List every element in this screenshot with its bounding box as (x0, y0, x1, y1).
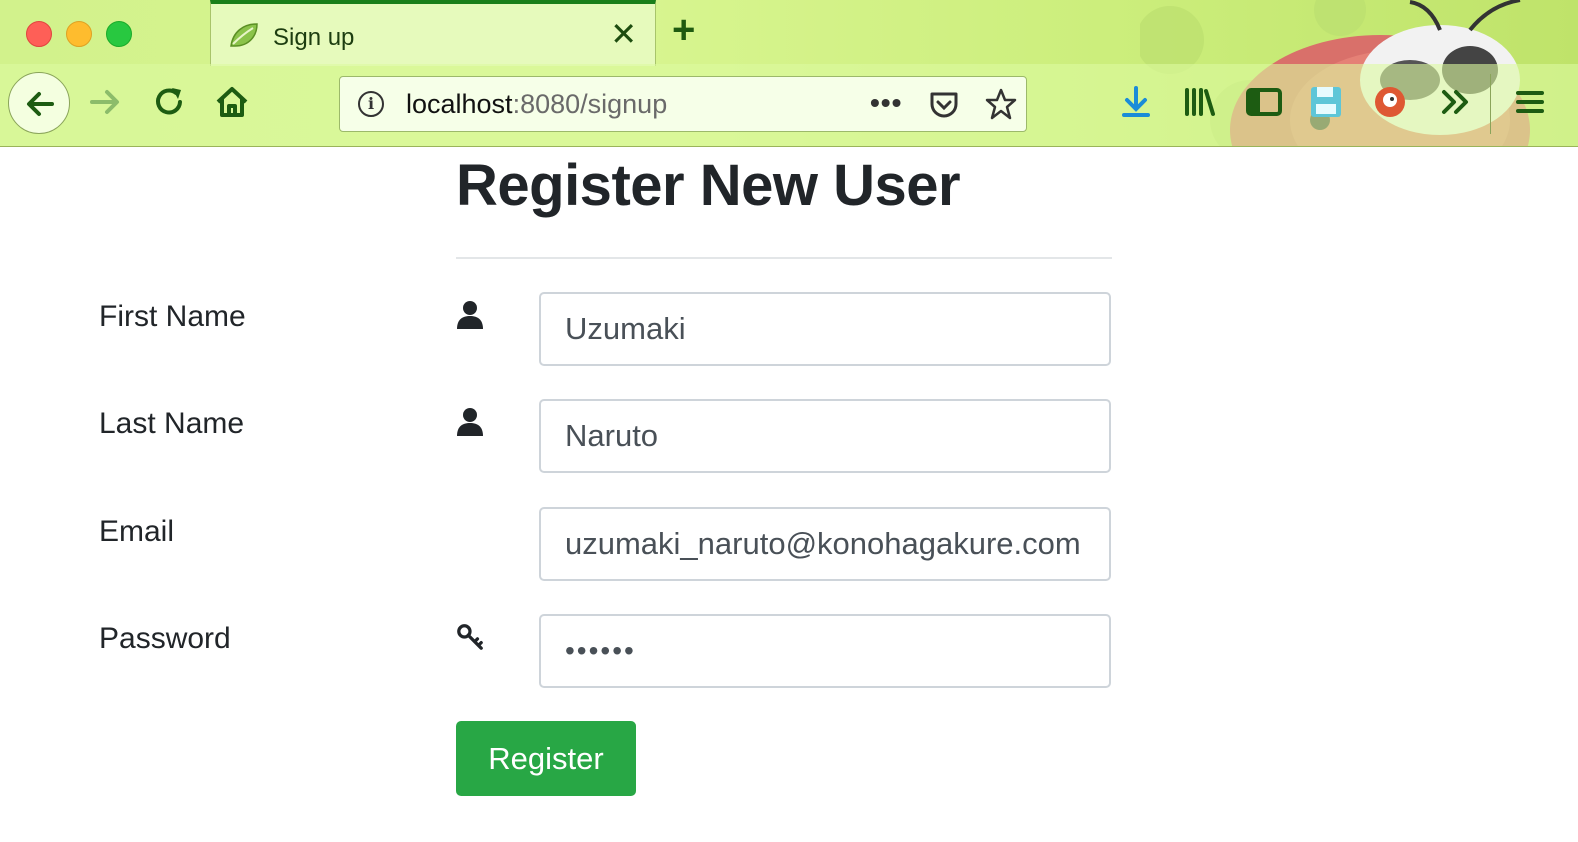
site-info-icon[interactable]: i (358, 91, 384, 117)
minimize-window-button[interactable] (66, 21, 92, 47)
user-icon (457, 408, 483, 436)
page-actions-icon[interactable]: ••• (870, 87, 902, 119)
forward-icon[interactable] (86, 82, 126, 122)
bookmark-star-icon[interactable] (984, 87, 1018, 121)
heading-divider (456, 257, 1112, 259)
key-icon (457, 624, 483, 650)
tab-bar: Sign up ✕ + (0, 0, 1578, 66)
user-icon (457, 301, 483, 329)
duckduckgo-icon[interactable] (1370, 82, 1410, 122)
zoom-window-button[interactable] (106, 21, 132, 47)
close-window-button[interactable] (26, 21, 52, 47)
home-icon[interactable] (212, 82, 252, 122)
first-name-row: First Name (0, 292, 1578, 368)
last-name-input[interactable] (539, 399, 1111, 473)
password-row: Password (0, 614, 1578, 690)
first-name-input[interactable] (539, 292, 1111, 366)
overflow-chevrons-icon[interactable] (1436, 82, 1476, 122)
arrow-left-icon (27, 92, 54, 116)
address-bar[interactable]: i localhost:8080/signup ••• (339, 76, 1027, 132)
browser-chrome: Sign up ✕ + i localhost:8080/signup ••• (0, 0, 1578, 147)
sidebar-icon[interactable] (1244, 82, 1284, 122)
new-tab-icon[interactable]: + (672, 10, 695, 50)
toolbar-separator (1490, 74, 1491, 134)
tab-sign-up[interactable]: Sign up ✕ (210, 0, 656, 66)
save-page-icon[interactable] (1306, 82, 1346, 122)
spring-leaf-icon (230, 23, 258, 47)
back-button[interactable] (8, 72, 70, 134)
first-name-label: First Name (99, 300, 246, 333)
last-name-row: Last Name (0, 399, 1578, 475)
email-label: Email (99, 515, 175, 548)
email-input[interactable] (539, 507, 1111, 581)
reload-icon[interactable] (150, 82, 190, 122)
page-title: Register New User (456, 153, 961, 218)
downloads-icon[interactable] (1116, 82, 1156, 122)
close-tab-icon[interactable]: ✕ (610, 18, 637, 50)
tab-title: Sign up (273, 24, 355, 51)
navigation-toolbar: i localhost:8080/signup ••• (0, 64, 1578, 146)
pocket-icon[interactable] (928, 90, 960, 120)
password-input[interactable] (539, 614, 1111, 688)
hamburger-menu-icon[interactable] (1510, 82, 1550, 122)
url-text[interactable]: localhost:8080/signup (406, 89, 667, 120)
register-button[interactable]: Register (456, 721, 636, 796)
library-icon[interactable] (1180, 82, 1220, 122)
email-row: Email (0, 507, 1578, 583)
last-name-label: Last Name (99, 407, 245, 440)
password-label: Password (99, 622, 231, 655)
